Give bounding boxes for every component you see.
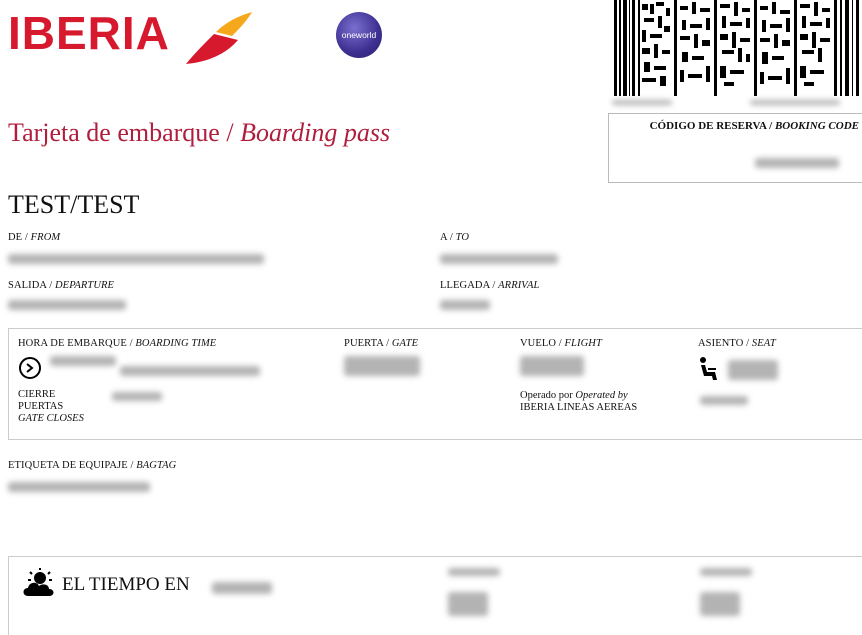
from-value-redacted — [8, 254, 264, 264]
weather-temp-redacted — [700, 592, 740, 616]
from-label: DE / FROM — [8, 232, 61, 243]
title-spanish: Tarjeta de embarque / — [8, 118, 241, 147]
iberia-swoosh-icon — [186, 12, 252, 64]
barcode-icon — [612, 0, 862, 96]
weather-title: EL TIEMPO EN — [62, 574, 190, 595]
seat-info-redacted — [700, 396, 748, 405]
departure-label: SALIDA / DEPARTURE — [8, 280, 115, 291]
title-english: Boarding pass — [240, 118, 391, 147]
arrival-label: LLEGADA / ARRIVAL — [440, 280, 540, 291]
weather-temp-redacted — [448, 592, 488, 616]
bagtag-label: ETIQUETA DE EQUIPAJE / BAGTAG — [8, 460, 177, 471]
clock-icon — [19, 357, 41, 379]
boarding-time-label: HORA DE EMBARQUE / BOARDING TIME — [18, 338, 217, 349]
weather-date-redacted — [700, 568, 752, 576]
bagtag-value-redacted — [8, 482, 150, 492]
weather-icon — [23, 568, 54, 596]
booking-code-label: CÓDIGO DE RESERVA / BOOKING CODE — [649, 120, 859, 132]
booking-code-value-redacted — [755, 158, 839, 168]
weather-city-redacted — [212, 582, 272, 594]
departure-value-redacted — [8, 300, 126, 310]
boarding-date-value-redacted — [120, 366, 260, 376]
weather-date-redacted — [448, 568, 500, 576]
seat-icon — [700, 357, 717, 380]
oneworld-badge: oneworld — [336, 12, 382, 58]
passenger-name: TEST/TEST — [8, 190, 140, 219]
page-title: Tarjeta de embarque / Boarding pass — [8, 118, 390, 148]
iberia-logo-text: IBERIA — [8, 7, 170, 59]
boarding-time-value-redacted — [50, 356, 116, 366]
barcode-caption-redacted — [750, 100, 840, 105]
operator-name: IBERIA LINEAS AEREAS — [520, 402, 638, 413]
seat-label: ASIENTO / SEAT — [698, 338, 776, 349]
gate-value-redacted — [344, 356, 420, 376]
gate-closes-label: CIERRE PUERTAS GATE CLOSES — [18, 389, 84, 424]
gate-close-value-redacted — [112, 392, 162, 401]
flight-value-redacted — [520, 356, 584, 376]
to-value-redacted — [440, 254, 558, 264]
booking-code-box: CÓDIGO DE RESERVA / BOOKING CODE — [608, 113, 862, 183]
arrival-value-redacted — [440, 300, 490, 310]
flight-label: VUELO / FLIGHT — [520, 338, 602, 349]
gate-label: PUERTA / GATE — [344, 338, 419, 349]
seat-value-redacted — [728, 360, 778, 380]
barcode-caption-redacted — [612, 100, 672, 105]
to-label: A / TO — [440, 232, 470, 243]
operated-by-label: Operado por Operated by IBERIA LINEAS AE… — [520, 390, 638, 413]
